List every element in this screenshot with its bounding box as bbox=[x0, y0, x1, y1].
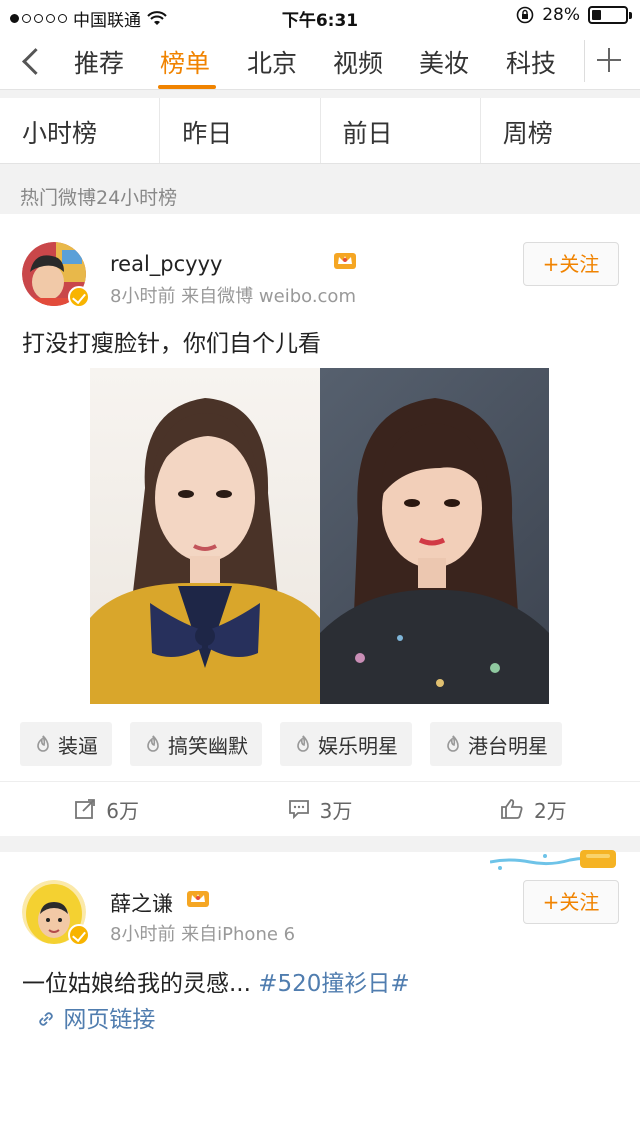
post-image-left[interactable] bbox=[90, 368, 320, 704]
tab-ranking[interactable]: 榜单 bbox=[160, 44, 210, 80]
subtab-yesterday[interactable]: 昨日 bbox=[160, 98, 321, 163]
topic-tag-label: 港台明星 bbox=[468, 733, 548, 758]
like-count: 2万 bbox=[533, 798, 567, 823]
flame-icon bbox=[37, 735, 49, 752]
battery-percent: 28% bbox=[542, 5, 580, 25]
avatar[interactable] bbox=[22, 242, 90, 308]
ranking-period-tabs: 小时榜 昨日 前日 周榜 bbox=[0, 98, 640, 164]
link-icon bbox=[39, 1012, 53, 1026]
topic-tag-label: 装逼 bbox=[58, 733, 98, 758]
repost-count: 6万 bbox=[106, 798, 140, 823]
flame-icon bbox=[447, 735, 459, 752]
add-channel-button[interactable] bbox=[584, 40, 632, 82]
post-meta: 8小时前 来自iPhone 6 bbox=[110, 924, 296, 945]
post-meta: 8小时前 来自微博 weibo.com bbox=[110, 286, 356, 307]
follow-button[interactable]: +关注 bbox=[523, 880, 619, 924]
tab-fade bbox=[560, 32, 578, 89]
username[interactable]: 薛之谦 bbox=[110, 888, 173, 918]
battery-icon bbox=[588, 6, 632, 24]
web-link[interactable]: 网页链接 bbox=[36, 1000, 155, 1034]
topic-tag[interactable]: 装逼 bbox=[20, 722, 112, 766]
crown-icon bbox=[187, 891, 209, 907]
tab-tech[interactable]: 科技 bbox=[506, 44, 556, 80]
repost-button[interactable]: 6万 bbox=[0, 782, 213, 836]
comment-button[interactable]: 3万 bbox=[213, 782, 426, 836]
topic-tags: 装逼 搞笑幽默 娱乐明星 港台明星 bbox=[20, 722, 562, 766]
post-text: 一位姑娘给我的灵感... #520撞衫日# bbox=[22, 964, 410, 998]
post-text-body: 一位姑娘给我的灵感... bbox=[22, 971, 251, 997]
tab-video[interactable]: 视频 bbox=[333, 44, 383, 80]
active-tab-indicator bbox=[158, 85, 216, 89]
subtab-day-before[interactable]: 前日 bbox=[321, 98, 481, 163]
verified-badge-icon bbox=[68, 286, 90, 308]
hashtag-link[interactable]: #520撞衫日# bbox=[258, 971, 409, 997]
status-bar: 中国联通 下午6:31 28% bbox=[0, 0, 640, 32]
like-button[interactable]: 2万 bbox=[427, 782, 640, 836]
post-text: 打没打瘦脸针，你们自个儿看 bbox=[22, 331, 321, 357]
tab-beauty[interactable]: 美妆 bbox=[419, 44, 469, 80]
orientation-lock-icon bbox=[516, 6, 534, 24]
back-button[interactable] bbox=[18, 44, 48, 78]
verified-badge-icon bbox=[68, 924, 90, 946]
tab-beijing[interactable]: 北京 bbox=[247, 44, 297, 80]
thumbs-up-icon bbox=[501, 799, 523, 819]
section-title: 热门微博24小时榜 bbox=[20, 187, 178, 209]
tab-recommend[interactable]: 推荐 bbox=[74, 44, 124, 80]
username[interactable]: real_pcyyy bbox=[110, 252, 222, 276]
web-link-label: 网页链接 bbox=[63, 1007, 156, 1033]
avatar[interactable] bbox=[22, 880, 90, 946]
follow-button[interactable]: +关注 bbox=[523, 242, 619, 286]
subtab-weekly[interactable]: 周榜 bbox=[481, 98, 640, 163]
topic-tag[interactable]: 搞笑幽默 bbox=[130, 722, 262, 766]
topic-tag-label: 娱乐明星 bbox=[318, 733, 398, 758]
flame-icon bbox=[147, 735, 159, 752]
topic-tag-label: 搞笑幽默 bbox=[168, 733, 248, 758]
weibo-card[interactable]: real_pcyyy 8小时前 来自微博 weibo.com +关注 打没打瘦脸… bbox=[0, 214, 640, 836]
topic-tag[interactable]: 港台明星 bbox=[430, 722, 562, 766]
post-image-right[interactable] bbox=[320, 368, 549, 704]
comment-count: 3万 bbox=[319, 798, 353, 823]
flame-icon bbox=[297, 735, 309, 752]
subtab-hourly[interactable]: 小时榜 bbox=[0, 98, 161, 163]
crown-icon bbox=[334, 253, 356, 269]
weibo-card[interactable]: 薛之谦 8小时前 来自iPhone 6 +关注 一位姑娘给我的灵感... #52… bbox=[0, 850, 640, 1138]
comment-icon bbox=[288, 800, 309, 819]
decorative-splash bbox=[490, 850, 616, 870]
repost-icon bbox=[75, 799, 96, 819]
topic-tag[interactable]: 娱乐明星 bbox=[280, 722, 412, 766]
post-action-bar: 6万 3万 2万 bbox=[0, 781, 640, 836]
channel-tab-bar: 推荐 榜单 北京 视频 美妆 科技 bbox=[0, 32, 640, 90]
